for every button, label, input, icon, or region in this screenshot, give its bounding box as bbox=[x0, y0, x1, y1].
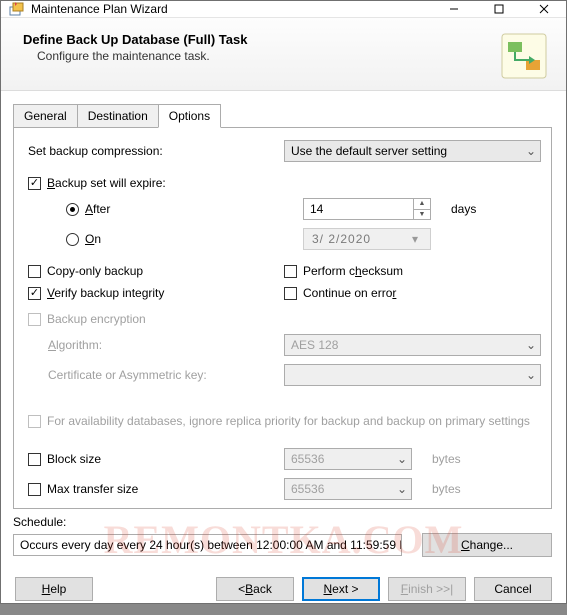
copy-only-checkbox[interactable] bbox=[28, 265, 41, 278]
tab-general[interactable]: General bbox=[13, 104, 78, 128]
schedule-label: Schedule: bbox=[1, 509, 566, 531]
availability-checkbox bbox=[28, 415, 41, 428]
compression-label: Set backup compression: bbox=[28, 144, 284, 158]
tabstrip: General Destination Options bbox=[13, 104, 552, 128]
tabs-area: General Destination Options Set backup c… bbox=[1, 91, 566, 509]
chevron-down-icon: ⌄ bbox=[522, 368, 540, 382]
algorithm-label: Algorithm: bbox=[48, 338, 284, 352]
availability-label: For availability databases, ignore repli… bbox=[47, 414, 530, 428]
tab-options[interactable]: Options bbox=[158, 104, 221, 128]
block-size-checkbox[interactable] bbox=[28, 453, 41, 466]
block-size-value: 65536 bbox=[291, 452, 324, 466]
max-transfer-label: Max transfer size bbox=[47, 482, 138, 496]
max-transfer-checkbox[interactable] bbox=[28, 483, 41, 496]
chevron-down-icon: ⌄ bbox=[522, 144, 540, 158]
page-subtitle: Configure the maintenance task. bbox=[23, 49, 492, 63]
chevron-down-icon: ⌄ bbox=[393, 482, 411, 496]
after-label: After bbox=[85, 202, 303, 216]
header-pane: Define Back Up Database (Full) Task Conf… bbox=[1, 18, 566, 91]
continue-on-error-label: Continue on error bbox=[303, 286, 396, 300]
window-controls bbox=[431, 1, 566, 17]
backup-encryption-checkbox bbox=[28, 313, 41, 326]
backup-encryption-label: Backup encryption bbox=[47, 312, 146, 326]
max-transfer-unit: bytes bbox=[432, 482, 461, 496]
algorithm-value: AES 128 bbox=[291, 338, 338, 352]
block-size-select: 65536 ⌄ bbox=[284, 448, 412, 470]
days-unit: days bbox=[451, 202, 476, 216]
minimize-button[interactable] bbox=[431, 1, 476, 17]
change-schedule-button[interactable]: Change... bbox=[422, 533, 552, 557]
verify-checkbox[interactable]: ✓ bbox=[28, 287, 41, 300]
max-transfer-select: 65536 ⌄ bbox=[284, 478, 412, 500]
footer-bar: Help < Back Next > Finish >>| Cancel bbox=[1, 567, 566, 615]
on-label: On bbox=[85, 232, 303, 246]
algorithm-select: AES 128 ⌄ bbox=[284, 334, 541, 356]
next-button[interactable]: Next > bbox=[302, 577, 380, 601]
date-value: 3/ 2/2020 bbox=[304, 232, 400, 246]
tab-destination[interactable]: Destination bbox=[77, 104, 159, 128]
close-button[interactable] bbox=[521, 1, 566, 17]
back-button[interactable]: < Back bbox=[216, 577, 294, 601]
wizard-window: Maintenance Plan Wizard Define Back Up D… bbox=[0, 0, 567, 604]
days-input[interactable]: 14 ▲▼ bbox=[303, 198, 431, 220]
continue-on-error-checkbox[interactable] bbox=[284, 287, 297, 300]
block-size-unit: bytes bbox=[432, 452, 461, 466]
compression-select[interactable]: Use the default server setting ⌄ bbox=[284, 140, 541, 162]
date-input: 3/ 2/2020 ▾ bbox=[303, 228, 431, 250]
verify-label: Verify backup integrity bbox=[47, 286, 164, 300]
maximize-button[interactable] bbox=[476, 1, 521, 17]
certificate-label: Certificate or Asymmetric key: bbox=[48, 368, 284, 382]
cancel-button[interactable]: Cancel bbox=[474, 577, 552, 601]
expire-label: Backup set will expire: bbox=[47, 176, 166, 190]
days-spinner[interactable]: ▲▼ bbox=[413, 199, 430, 219]
schedule-text: Occurs every day every 24 hour(s) betwee… bbox=[13, 534, 402, 556]
help-button[interactable]: Help bbox=[15, 577, 93, 601]
page-title: Define Back Up Database (Full) Task bbox=[23, 32, 492, 47]
chevron-down-icon: ⌄ bbox=[522, 338, 540, 352]
compression-value: Use the default server setting bbox=[291, 144, 447, 158]
window-title: Maintenance Plan Wizard bbox=[31, 2, 431, 16]
chevron-down-icon: ⌄ bbox=[393, 452, 411, 466]
expire-checkbox[interactable]: ✓ bbox=[28, 177, 41, 190]
after-radio[interactable] bbox=[66, 203, 79, 216]
finish-button: Finish >>| bbox=[388, 577, 466, 601]
wizard-icon bbox=[9, 1, 25, 17]
block-size-label: Block size bbox=[47, 452, 101, 466]
certificate-select: ⌄ bbox=[284, 364, 541, 386]
calendar-dropdown-icon: ▾ bbox=[400, 229, 430, 249]
tab-panel-options: Set backup compression: Use the default … bbox=[13, 127, 552, 509]
perform-checksum-label: Perform checksum bbox=[303, 264, 403, 278]
max-transfer-value: 65536 bbox=[291, 482, 324, 496]
perform-checksum-checkbox[interactable] bbox=[284, 265, 297, 278]
copy-only-label: Copy-only backup bbox=[47, 264, 143, 278]
on-radio[interactable] bbox=[66, 233, 79, 246]
backup-task-icon bbox=[500, 32, 548, 80]
titlebar: Maintenance Plan Wizard bbox=[1, 1, 566, 18]
days-value: 14 bbox=[304, 202, 413, 216]
